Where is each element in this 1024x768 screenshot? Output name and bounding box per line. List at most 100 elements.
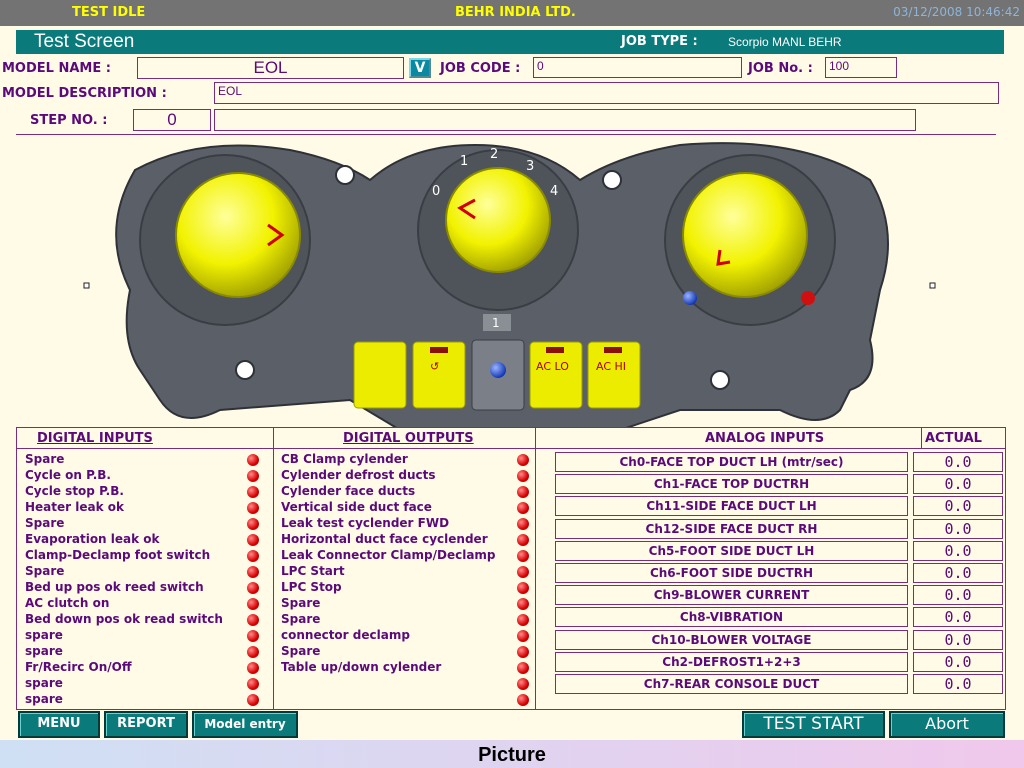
status-led	[517, 566, 529, 578]
report-button[interactable]: REPORT	[104, 711, 188, 738]
digital-output-label: LPC Stop	[281, 580, 342, 594]
digital-input-label: Spare	[25, 564, 65, 578]
mount-hole	[602, 170, 622, 190]
digital-output-label: Table up/down cylender	[281, 660, 442, 674]
analog-input-row: Ch11-SIDE FACE DUCT LH 0.0	[555, 496, 1005, 517]
status-led	[517, 694, 529, 706]
digital-input-label: Spare	[25, 452, 65, 466]
status-led	[247, 630, 259, 642]
column-divider	[535, 428, 536, 709]
job-type-value: Scorpio MANL BEHR	[728, 35, 842, 49]
recirc-indicator	[430, 347, 448, 353]
job-no-field[interactable]: 100	[825, 57, 897, 78]
analog-input-value: 0.0	[913, 540, 1003, 561]
status-led	[517, 486, 529, 498]
analog-input-name: Ch7-REAR CONSOLE DUCT	[555, 674, 908, 694]
job-code-field[interactable]: 0	[533, 57, 742, 78]
model-dropdown-button[interactable]: V	[409, 58, 431, 78]
analog-input-value: 0.0	[913, 496, 1003, 517]
digital-output-row: CB Clamp cylender	[281, 452, 531, 468]
hot-indicator-dot	[801, 291, 815, 305]
digital-input-label: spare	[25, 692, 63, 706]
analog-input-name: Ch12-SIDE FACE DUCT RH	[555, 518, 908, 539]
digital-output-label: Spare	[281, 644, 321, 658]
button-1[interactable]	[353, 341, 407, 409]
analog-input-row: Ch12-SIDE FACE DUCT RH 0.0	[555, 518, 1005, 539]
digital-output-label: Cylender face ducts	[281, 484, 416, 498]
model-entry-button[interactable]: Model entry	[192, 711, 298, 738]
digital-output-row: LPC Stop	[281, 580, 531, 596]
digital-output-row: LPC Start	[281, 564, 531, 580]
datetime-text: 03/12/2008 10:46:42	[893, 5, 1020, 19]
analog-input-row: Ch2-DEFROST1+2+3 0.0	[555, 651, 1005, 672]
status-led	[247, 694, 259, 706]
blower-mark-2: 2	[490, 147, 498, 162]
digital-input-row: Heater leak ok	[25, 500, 270, 516]
analog-input-row: Ch1-FACE TOP DUCTRH 0.0	[555, 474, 1005, 495]
analog-input-name: Ch8-VIBRATION	[555, 607, 908, 628]
digital-input-label: spare	[25, 676, 63, 690]
status-led	[517, 598, 529, 610]
digital-output-label: Vertical side duct face	[281, 500, 432, 514]
status-led	[247, 598, 259, 610]
abort-button[interactable]: Abort	[889, 711, 1005, 738]
digital-input-row: Fr/Recirc On/Off	[25, 660, 270, 676]
blower-mark-0: 0	[432, 184, 440, 199]
mount-hole	[235, 360, 255, 380]
analog-input-row: Ch6-FOOT SIDE DUCTRH 0.0	[555, 563, 1005, 583]
column-divider	[273, 428, 274, 709]
test-status-text: TEST IDLE	[72, 5, 146, 20]
indicator-number: 1	[492, 316, 500, 330]
digital-input-label: Cycle on P.B.	[25, 468, 111, 482]
analog-input-row: Ch8-VIBRATION 0.0	[555, 607, 1005, 628]
digital-outputs-header: DIGITAL OUTPUTS	[343, 431, 474, 446]
analog-input-name: Ch6-FOOT SIDE DUCTRH	[555, 563, 908, 583]
status-led	[247, 454, 259, 466]
digital-input-row: Bed down pos ok read switch	[25, 612, 270, 628]
status-led	[517, 678, 529, 690]
digital-output-label: connector declamp	[281, 628, 410, 642]
digital-input-label: spare	[25, 644, 63, 658]
table-header-divider	[17, 448, 1005, 449]
status-led	[247, 566, 259, 578]
menu-button[interactable]: MENU	[18, 711, 100, 738]
digital-input-row: spare	[25, 676, 270, 692]
status-led	[247, 486, 259, 498]
digital-output-row: Cylender face ducts	[281, 484, 531, 500]
analog-input-name: Ch9-BLOWER CURRENT	[555, 585, 908, 606]
digital-input-label: Spare	[25, 516, 65, 530]
model-description-label: MODEL DESCRIPTION :	[2, 86, 167, 101]
analog-input-value: 0.0	[913, 629, 1003, 650]
digital-input-row: spare	[25, 644, 270, 660]
digital-input-label: Fr/Recirc On/Off	[25, 660, 132, 674]
status-led	[247, 470, 259, 482]
digital-input-row: Bed up pos ok reed switch	[25, 580, 270, 596]
status-led	[517, 470, 529, 482]
analog-input-value: 0.0	[913, 585, 1003, 606]
screen-title-bar: Test Screen JOB TYPE : Scorpio MANL BEHR	[16, 30, 1004, 54]
status-led	[517, 502, 529, 514]
digital-output-row: Vertical side duct face	[281, 500, 531, 516]
digital-output-label: CB Clamp cylender	[281, 452, 408, 466]
status-led	[517, 662, 529, 674]
mount-hole	[335, 165, 355, 185]
model-description-field[interactable]: EOL	[214, 82, 999, 104]
temperature-knob[interactable]	[682, 172, 808, 298]
status-led	[517, 518, 529, 530]
model-name-field[interactable]: EOL	[137, 57, 404, 79]
digital-output-label: Leak test cyclender FWD	[281, 516, 450, 530]
digital-output-row: Cylender defrost ducts	[281, 468, 531, 484]
status-led	[247, 582, 259, 594]
test-start-button[interactable]: TEST START	[742, 711, 885, 738]
analog-input-name: Ch5-FOOT SIDE DUCT LH	[555, 540, 908, 561]
recirc-icon: ↺	[430, 360, 439, 373]
blower-knob[interactable]	[445, 167, 551, 273]
analog-input-name: Ch10-BLOWER VOLTAGE	[555, 629, 908, 650]
step-description-field	[214, 109, 916, 131]
mount-hole	[710, 370, 730, 390]
analog-input-value: 0.0	[913, 518, 1003, 539]
analog-input-value: 0.0	[913, 651, 1003, 672]
io-tables: DIGITAL INPUTS DIGITAL OUTPUTS ANALOG IN…	[16, 427, 1006, 710]
blower-mark-3: 3	[526, 159, 534, 174]
ac-hi-indicator	[604, 347, 622, 353]
